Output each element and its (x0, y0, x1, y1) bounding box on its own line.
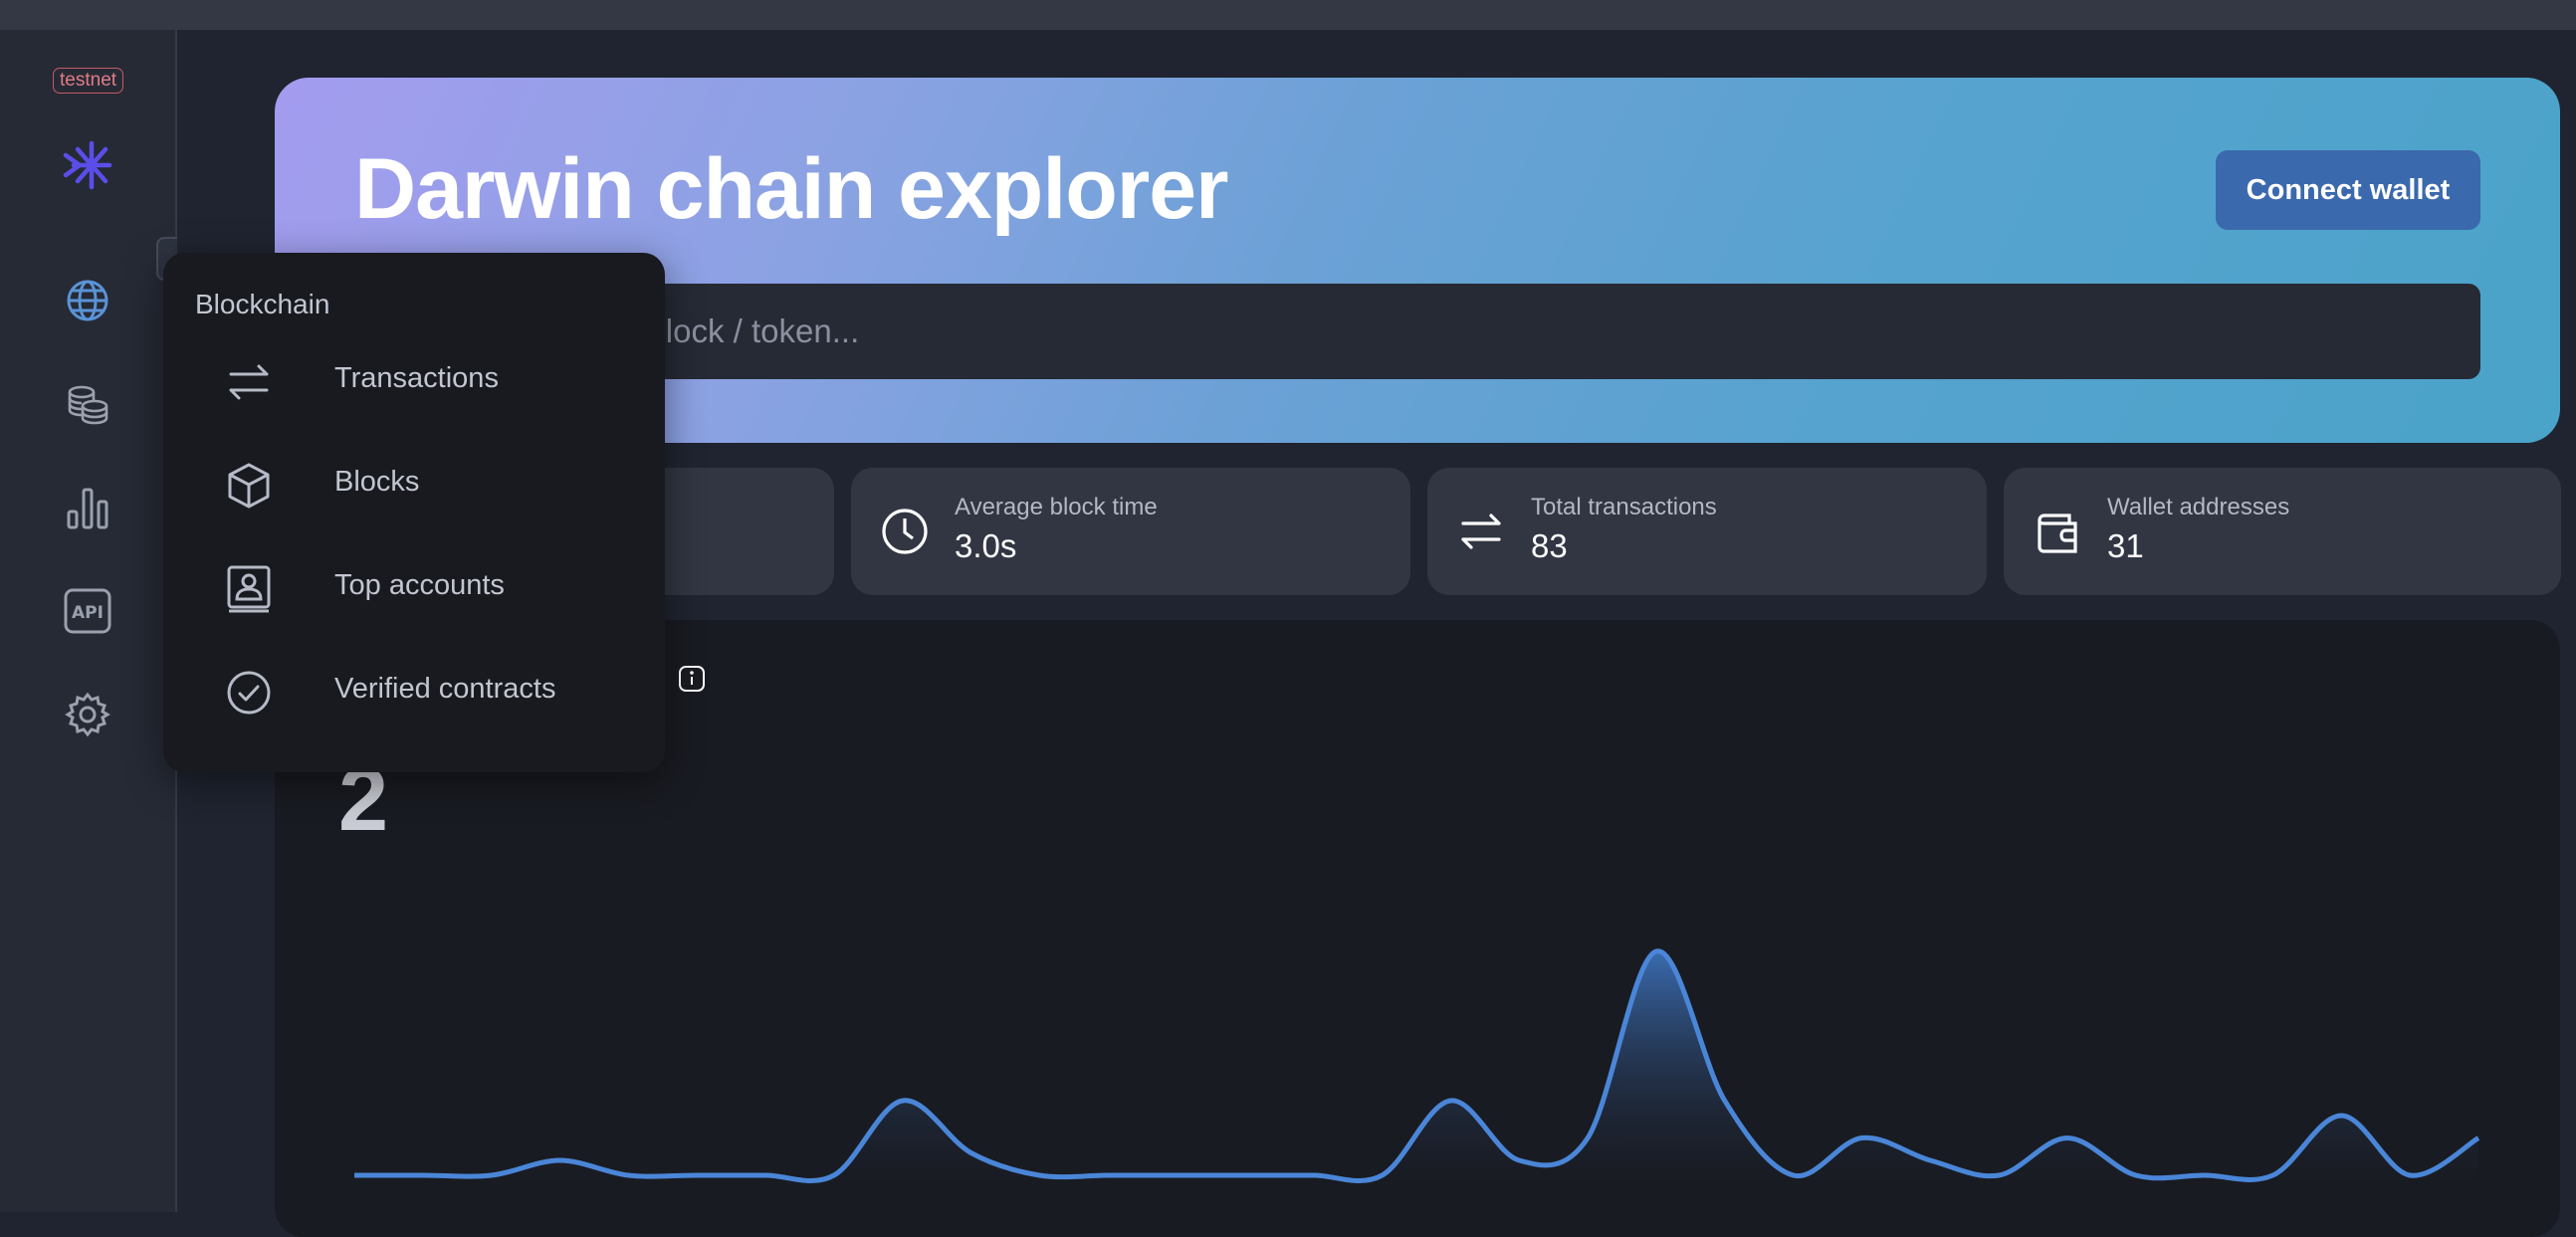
transfer-arrows-icon (229, 364, 269, 400)
dropdown-title: Blockchain (195, 289, 330, 319)
account-icon (227, 565, 271, 613)
logo-icon[interactable] (62, 139, 113, 191)
stat-card-total-transactions: Total transactions 83 (1427, 468, 1987, 595)
connect-wallet-button[interactable]: Connect wallet (2216, 150, 2480, 230)
svg-text:API: API (72, 603, 104, 623)
menu-item-label: Top accounts (334, 569, 505, 601)
coins-icon[interactable] (64, 380, 111, 428)
api-icon[interactable]: API (64, 587, 111, 635)
network-badge: testnet (53, 68, 124, 94)
stat-label: Wallet addresses (2107, 494, 2290, 520)
gear-icon[interactable] (64, 691, 111, 738)
chart-area-fill (354, 950, 2478, 1181)
menu-item-transactions[interactable]: Transactions (225, 340, 643, 420)
page-title: Darwin chain explorer (354, 141, 1229, 237)
menu-item-label: Transactions (334, 362, 499, 394)
window-top-bar (0, 0, 2576, 30)
stat-value: 83 (1531, 527, 1568, 564)
clock-icon (882, 509, 928, 554)
menu-item-verified-contracts[interactable]: Verified contracts (225, 651, 643, 730)
stat-value: 31 (2107, 527, 2144, 564)
stat-label: Total transactions (1531, 494, 1717, 520)
blockchain-dropdown-menu: Blockchain Transactions Blocks Top accou… (163, 253, 665, 772)
stat-card-total-blocks (645, 468, 834, 595)
stat-card-average-block-time: Average block time 3.0s (851, 468, 1410, 595)
menu-item-top-accounts[interactable]: Top accounts (225, 547, 643, 627)
menu-item-blocks[interactable]: Blocks (225, 444, 643, 523)
check-circle-icon (227, 671, 271, 715)
transfer-arrows-icon (1461, 514, 1501, 549)
cube-icon (228, 463, 270, 509)
globe-icon[interactable] (64, 277, 111, 324)
bar-chart-icon[interactable] (64, 484, 111, 531)
wallet-icon (2038, 514, 2077, 553)
stat-label: Average block time (955, 494, 1158, 520)
menu-item-label: Verified contracts (334, 673, 556, 705)
stat-card-wallet-addresses: Wallet addresses 31 (2004, 468, 2561, 595)
stat-value: 3.0s (955, 527, 1017, 564)
menu-item-label: Blocks (334, 466, 420, 498)
search-input[interactable]: dress / txn hash / block / token... (354, 284, 2480, 379)
